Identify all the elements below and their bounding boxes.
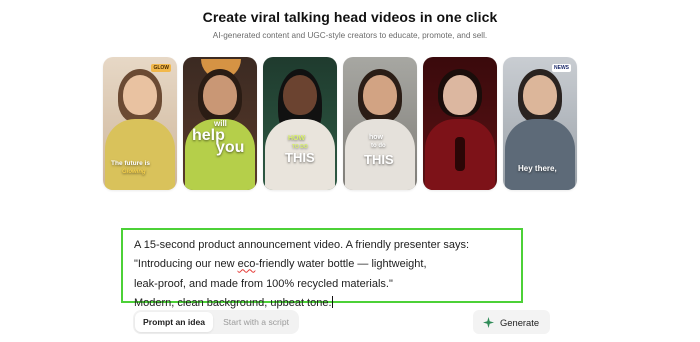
tab-prompt-idea[interactable]: Prompt an idea [135,312,214,332]
card-caption: Hey there, [518,164,557,173]
text-caret [331,295,333,308]
prompt-line-1: A 15-second product announcement video. … [134,239,470,251]
card-badge: NEWS [552,64,571,72]
card-caption-2: Glowing [122,169,146,175]
card-caption: HOW [288,135,306,142]
prompt-mode-tabs: Prompt an idea Start with a script [133,310,299,334]
card-caption-2: to do [371,143,386,149]
card-caption-3: THIS [285,150,315,165]
card-caption: how [369,134,383,141]
creator-card-6[interactable]: NEWS Hey there, [503,57,577,190]
creator-card-2[interactable]: will help you [183,57,257,190]
generate-button[interactable]: Generate [473,310,551,334]
prompt-text[interactable]: A 15-second product announcement video. … [123,230,521,313]
card-badge: GLOW [151,64,171,72]
page-title: Create viral talking head videos in one … [202,9,498,25]
tab-start-with-script[interactable]: Start with a script [215,312,297,332]
page-subtitle: AI-generated content and UGC-style creat… [212,31,488,40]
sparkle-icon [483,316,494,328]
card-caption: The future is [111,160,151,167]
prompt-line-3: leak-proof, and made from 100% recycled … [134,277,393,290]
prompt-editor[interactable]: A 15-second product announcement video. … [121,228,523,309]
prompt-line-2: "Introducing our new eco-friendly water … [134,258,427,271]
generate-label: Generate [500,316,540,328]
spellcheck-word[interactable]: eco [238,258,256,270]
creator-cards: GLOW The future is Glowing will help you… [103,57,577,190]
creator-card-4[interactable]: how to do THIS [343,57,417,190]
creator-card-5[interactable] [423,57,497,190]
creator-card-3[interactable]: HOW TO DO THIS [263,57,337,190]
card-caption-3: THIS [364,152,394,167]
creator-card-1[interactable]: GLOW The future is Glowing [103,57,177,190]
card-caption-3: you [216,139,245,156]
